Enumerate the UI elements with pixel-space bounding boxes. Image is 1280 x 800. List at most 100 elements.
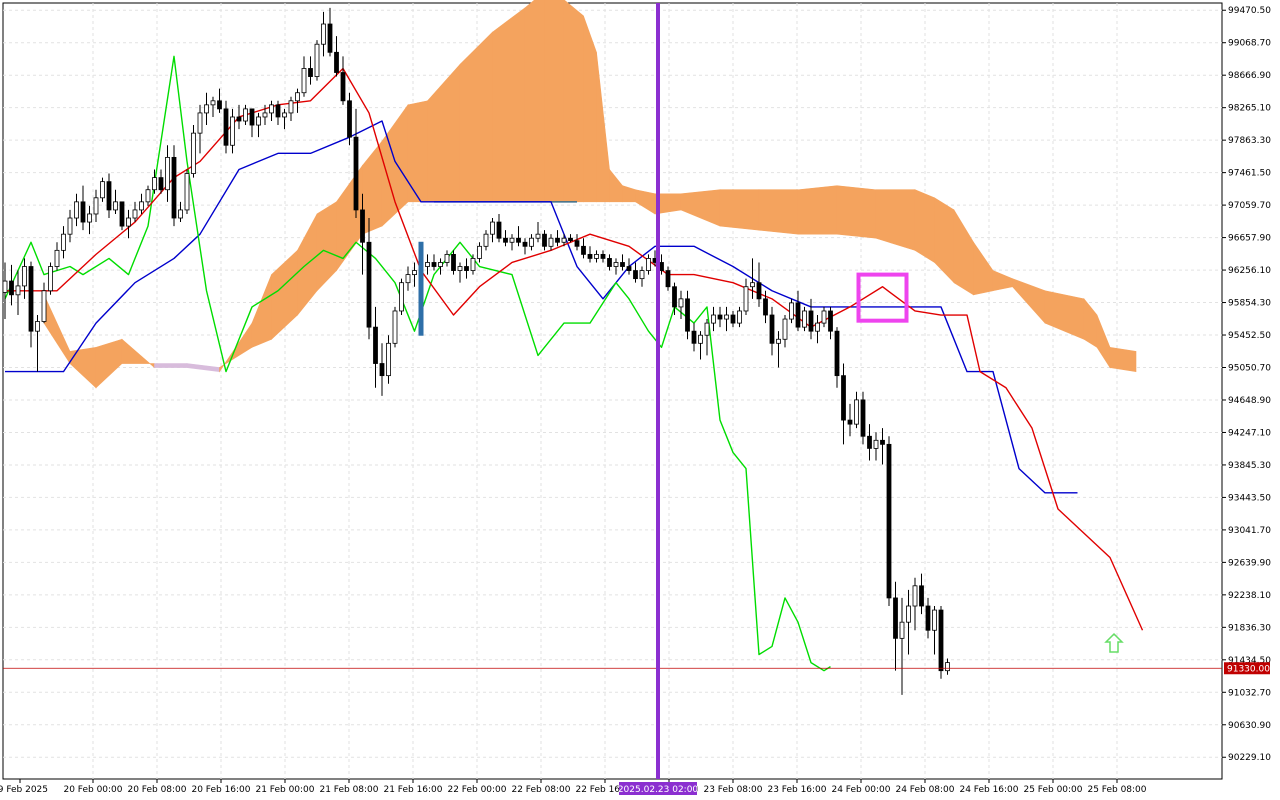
bull-candle [470, 258, 476, 271]
bear-candle [28, 266, 34, 332]
bull-candle [54, 249, 60, 267]
bear-candle [353, 136, 359, 211]
bear-candle [217, 100, 222, 110]
bull-candle [425, 262, 430, 267]
bull-candle [548, 237, 554, 247]
bull-candle [184, 173, 190, 211]
cloud-segment [719, 189, 760, 231]
break-candle [418, 241, 424, 336]
bull-candle [438, 262, 443, 267]
y-tick-label: 97461.50 [1228, 169, 1271, 179]
bear-candle [847, 419, 853, 425]
bull-candle [821, 310, 827, 324]
bull-candle [67, 217, 73, 235]
x-tick-label: 22 Feb 08:00 [511, 785, 570, 795]
bull-candle [386, 342, 391, 377]
bull-candle [613, 262, 619, 267]
bull-candle [444, 253, 450, 263]
bull-candle [789, 302, 794, 320]
x-tick-label: 23 Feb 08:00 [703, 785, 762, 795]
bear-candle [763, 298, 768, 316]
bear-candle [158, 177, 164, 191]
bear-candle [516, 237, 521, 243]
bear-candle [223, 108, 229, 146]
bull-candle [483, 233, 489, 247]
cloud-segment [1109, 346, 1137, 372]
bull-candle [152, 177, 157, 191]
y-tick-label: 94247.10 [1228, 428, 1271, 438]
x-tick-label: 22 Feb 00:00 [447, 785, 506, 795]
cloud-segment [154, 363, 188, 368]
bear-candle [334, 51, 339, 73]
bull-candle [87, 213, 92, 223]
bull-candle [126, 217, 131, 227]
y-tick-label: 90630.90 [1228, 721, 1271, 731]
bear-candle [886, 443, 892, 599]
bull-candle [132, 209, 138, 219]
cloud-segment [836, 185, 877, 239]
bull-candle [100, 181, 105, 199]
bull-candle [243, 108, 248, 122]
bear-candle [893, 597, 898, 639]
bear-candle [880, 439, 885, 445]
bull-candle [262, 112, 268, 118]
bull-candle [145, 189, 151, 203]
y-tick-label: 93041.70 [1228, 526, 1271, 536]
bull-candle [165, 156, 170, 191]
bull-candle [301, 68, 307, 94]
time-axis[interactable]: 19 Feb 2025 20 Feb 00:00 20 Feb 08:00 20 Fe… [0, 779, 1147, 795]
bull-candle [477, 245, 482, 259]
bear-candle [607, 258, 612, 267]
bear-candle [275, 104, 281, 118]
x-tick-label: 24 Feb 00:00 [831, 785, 890, 795]
y-tick-label: 97059.70 [1228, 201, 1271, 211]
bear-candle [236, 116, 242, 122]
plot-area [2, 2, 1223, 780]
x-tick-label: 21 Feb 00:00 [255, 785, 314, 795]
bull-candle [743, 286, 749, 312]
bear-candle [685, 298, 690, 332]
bear-candle [431, 262, 437, 267]
y-tick-label: 95854.30 [1228, 299, 1271, 309]
cloud-segment [492, 7, 526, 203]
bear-candle [841, 375, 846, 421]
bear-candle [659, 262, 664, 271]
bull-candle [321, 23, 326, 45]
bear-candle [587, 253, 593, 259]
bear-candle [626, 266, 632, 271]
bull-candle [256, 116, 261, 126]
bull-candle [178, 209, 183, 219]
y-tick-label: 91032.70 [1228, 688, 1271, 698]
bear-candle [756, 282, 762, 300]
bull-candle [61, 233, 66, 251]
bull-candle [854, 399, 859, 425]
bull-candle [873, 439, 879, 449]
bear-candle [327, 23, 333, 53]
bear-candle [80, 201, 86, 223]
bull-candle [724, 314, 729, 320]
bull-candle [113, 201, 118, 211]
bear-candle [717, 314, 723, 320]
bear-candle [496, 221, 502, 239]
bull-candle [412, 270, 417, 275]
bull-candle [288, 100, 294, 114]
bull-candle [314, 43, 320, 77]
y-tick-label: 96657.90 [1228, 234, 1271, 244]
price-axis[interactable]: 99470.50 99068.70 98666.90 98265.10 97863.30… [1222, 6, 1271, 763]
x-tick-label: 24 Feb 08:00 [895, 785, 954, 795]
y-tick-label: 92639.90 [1228, 558, 1271, 568]
bull-candle [210, 100, 216, 106]
cloud-segment [563, 0, 584, 203]
bear-candle [925, 605, 931, 631]
bull-candle [15, 285, 21, 296]
bull-candle [750, 282, 755, 288]
x-tick-label: 21 Feb 16:00 [383, 785, 442, 795]
bear-candle [691, 330, 697, 344]
bull-candle [906, 605, 911, 623]
bull-candle [197, 112, 203, 134]
bull-candle [41, 290, 47, 322]
price-chart[interactable]: 99470.50 99068.70 98666.90 98265.10 97863.30… [0, 0, 1280, 800]
cursor-time-label: 2025.02.23 02:00 [618, 785, 699, 795]
y-tick-label: 90229.10 [1228, 753, 1271, 763]
bull-candle [646, 258, 651, 271]
